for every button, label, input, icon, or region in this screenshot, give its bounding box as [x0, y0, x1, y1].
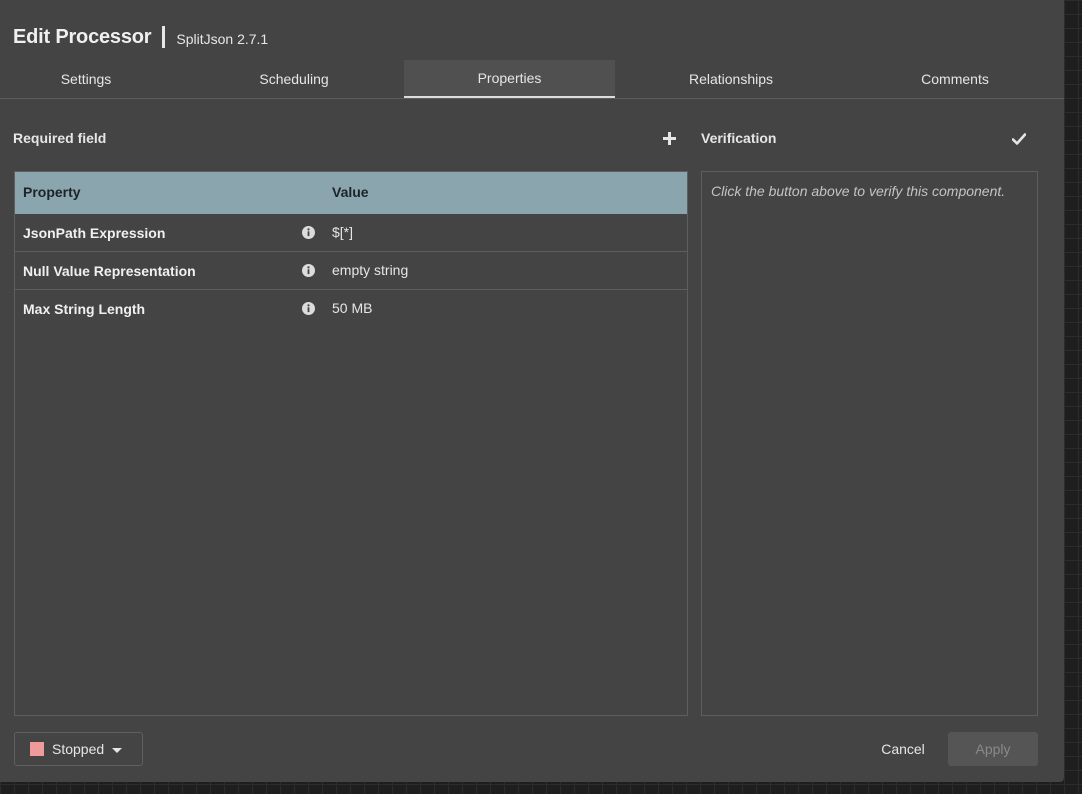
- property-name: JsonPath Expression: [23, 225, 166, 241]
- property-value[interactable]: $[*]: [332, 224, 353, 240]
- title-divider: [162, 26, 166, 48]
- tab-scheduling[interactable]: Scheduling: [188, 60, 400, 98]
- add-property-button[interactable]: [661, 130, 677, 146]
- property-name: Max String Length: [23, 301, 146, 317]
- tab-settings[interactable]: Settings: [0, 60, 172, 98]
- verification-panel: Click the button above to verify this co…: [701, 171, 1038, 716]
- property-value[interactable]: empty string: [332, 262, 408, 278]
- properties-table-header: Property Value: [15, 172, 687, 214]
- property-name: Null Value Representation: [23, 263, 196, 279]
- table-row[interactable]: JsonPath Expression $[*]: [15, 214, 687, 252]
- dialog-header: Edit Processor SplitJson 2.7.1: [13, 24, 268, 50]
- processor-type-version: SplitJson 2.7.1: [176, 30, 269, 47]
- table-row[interactable]: Null Value Representation empty string: [15, 252, 687, 290]
- property-value[interactable]: 50 MB: [332, 300, 372, 316]
- verification-message: Click the button above to verify this co…: [711, 183, 1006, 199]
- required-field-label: Required field: [13, 130, 107, 146]
- run-status-dropdown[interactable]: Stopped: [14, 732, 143, 766]
- table-row[interactable]: Max String Length 50 MB: [15, 290, 687, 328]
- properties-table: Property Value JsonPath Expression $[*] …: [14, 171, 688, 716]
- dialog-title: Edit Processor: [13, 25, 152, 48]
- tab-bar: Settings Scheduling Properties Relations…: [0, 60, 1064, 99]
- info-icon[interactable]: [302, 226, 315, 239]
- checkmark-icon: [1012, 133, 1026, 145]
- tab-comments[interactable]: Comments: [850, 60, 1060, 98]
- column-header-property: Property: [23, 184, 81, 200]
- verify-button[interactable]: [1011, 131, 1027, 147]
- apply-button[interactable]: Apply: [948, 732, 1038, 766]
- verification-label: Verification: [701, 130, 777, 146]
- edit-processor-dialog: Edit Processor SplitJson 2.7.1 Settings …: [0, 0, 1064, 782]
- info-icon[interactable]: [302, 264, 315, 277]
- plus-icon: [662, 131, 676, 145]
- tab-properties[interactable]: Properties: [404, 60, 615, 98]
- tab-relationships[interactable]: Relationships: [626, 60, 836, 98]
- cancel-button[interactable]: Cancel: [868, 732, 938, 766]
- run-status-label: Stopped: [52, 741, 105, 757]
- column-header-value: Value: [332, 184, 369, 200]
- stopped-status-icon: [30, 742, 44, 756]
- info-icon[interactable]: [302, 302, 315, 315]
- caret-down-icon: [112, 747, 123, 753]
